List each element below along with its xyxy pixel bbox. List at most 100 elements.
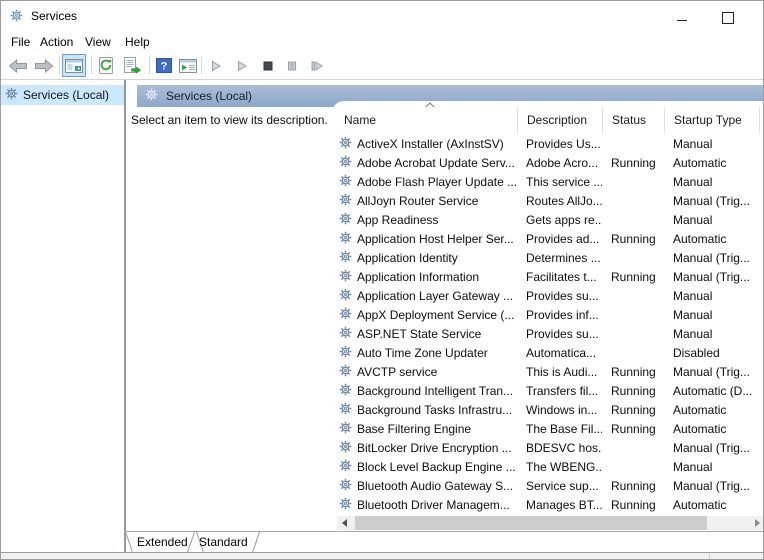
pane-splitter[interactable]: [124, 80, 126, 552]
menu-action[interactable]: Action: [37, 34, 76, 50]
service-startup-type: Manual: [664, 308, 759, 322]
scroll-left-button[interactable]: [337, 516, 351, 530]
table-row[interactable]: App Readiness Gets apps re... Manual: [332, 210, 764, 229]
scrollbar-track[interactable]: [351, 516, 750, 530]
table-row[interactable]: Adobe Flash Player Update ... This servi…: [332, 172, 764, 191]
help-button[interactable]: ?: [152, 54, 176, 77]
service-gear-icon: [339, 193, 352, 209]
forward-arrow-icon: [34, 59, 54, 73]
table-row[interactable]: Base Filtering Engine The Base Fil... Ru…: [332, 419, 764, 438]
service-description: Provides Us...: [517, 137, 602, 151]
service-startup-type: Manual (Trig...: [664, 194, 759, 208]
service-description: Gets apps re...: [517, 213, 602, 227]
pause-service-button[interactable]: [281, 54, 303, 77]
table-row[interactable]: Adobe Acrobat Update Serv... Adobe Acro.…: [332, 153, 764, 172]
service-status: Running: [602, 365, 664, 379]
service-gear-icon: [339, 364, 352, 380]
title-bar[interactable]: Services: [1, 1, 763, 31]
table-header: Name Description Status Startup Type: [332, 107, 764, 134]
start-service-button[interactable]: [205, 54, 227, 77]
table-row[interactable]: Application Layer Gateway ... Provides s…: [332, 286, 764, 305]
menu-view[interactable]: View: [82, 34, 114, 50]
service-description: Determines ...: [517, 251, 602, 265]
table-row[interactable]: AppX Deployment Service (... Provides in…: [332, 305, 764, 324]
service-gear-icon: [339, 383, 352, 399]
gear-icon: [339, 288, 352, 301]
table-row[interactable]: Block Level Backup Engine ... The WBENG.…: [332, 457, 764, 476]
service-startup-type: Manual: [664, 175, 759, 189]
toolbar: ?: [1, 51, 763, 80]
service-name: Block Level Backup Engine ...: [357, 460, 516, 474]
table-row[interactable]: Background Intelligent Tran... Transfers…: [332, 381, 764, 400]
service-startup-type: Manual: [664, 327, 759, 341]
tab-standard[interactable]: Standard: [199, 535, 248, 549]
service-description: Provides inf...: [517, 308, 602, 322]
tab-extended[interactable]: Extended: [137, 535, 188, 549]
service-name: App Readiness: [357, 213, 438, 227]
restart-icon: [310, 60, 323, 72]
export-list-button[interactable]: [120, 54, 144, 77]
service-description: Provides ad...: [517, 232, 602, 246]
table-row[interactable]: Auto Time Zone Updater Automatica... Dis…: [332, 343, 764, 362]
service-gear-icon: [339, 212, 352, 228]
refresh-button[interactable]: [94, 54, 118, 77]
service-name: AllJoyn Router Service: [357, 194, 478, 208]
menu-help[interactable]: Help: [122, 34, 153, 50]
gear-icon: [339, 440, 352, 453]
stop-icon: [262, 60, 274, 72]
table-row[interactable]: ActiveX Installer (AxInstSV) Provides Us…: [332, 134, 764, 153]
table-row[interactable]: ASP.NET State Service Provides su... Man…: [332, 324, 764, 343]
scroll-right-button[interactable]: [750, 516, 764, 530]
table-row[interactable]: Application Identity Determines ... Manu…: [332, 248, 764, 267]
header-gear-icon: [145, 88, 158, 104]
results-pane-title: Services (Local): [166, 89, 252, 103]
service-name: Adobe Flash Player Update ...: [357, 175, 517, 189]
column-header-description[interactable]: Description: [517, 107, 602, 134]
table-row[interactable]: AVCTP service This is Audi... Running Ma…: [332, 362, 764, 381]
maximize-button[interactable]: [713, 1, 743, 31]
show-console-tree-button[interactable]: [62, 54, 86, 77]
table-row[interactable]: Bluetooth Driver Managem... Manages BT..…: [332, 495, 764, 514]
gear-icon: [339, 155, 352, 168]
restart-service-button[interactable]: [305, 54, 327, 77]
column-header-name[interactable]: Name: [332, 107, 517, 134]
table-row[interactable]: Application Host Helper Ser... Provides …: [332, 229, 764, 248]
service-description: Automatica...: [517, 346, 602, 360]
table-row[interactable]: AllJoyn Router Service Routes AllJo... M…: [332, 191, 764, 210]
gear-icon: [339, 497, 352, 510]
service-name: AVCTP service: [357, 365, 437, 379]
tree-item-label: Services (Local): [23, 88, 109, 102]
stop-service-button[interactable]: [257, 54, 279, 77]
service-name: Bluetooth Driver Managem...: [357, 498, 510, 512]
services-gear-icon: [5, 87, 18, 103]
column-header-status[interactable]: Status: [602, 107, 664, 134]
service-startup-type: Automatic (D...: [664, 384, 759, 398]
resume-service-button[interactable]: [231, 54, 253, 77]
refresh-icon: [97, 57, 115, 74]
table-row[interactable]: BitLocker Drive Encryption ... BDESVC ho…: [332, 438, 764, 457]
column-header-startup-type[interactable]: Startup Type: [664, 107, 759, 134]
menu-file[interactable]: File: [8, 34, 33, 50]
service-status: Running: [602, 403, 664, 417]
service-name: ASP.NET State Service: [357, 327, 481, 341]
table-row[interactable]: Application Information Facilitates t...…: [332, 267, 764, 286]
horizontal-scrollbar[interactable]: [337, 516, 764, 530]
back-button[interactable]: [6, 54, 30, 77]
service-rows: ActiveX Installer (AxInstSV) Provides Us…: [332, 134, 764, 514]
tree-item-services-local[interactable]: Services (Local): [1, 85, 124, 105]
scrollbar-thumb[interactable]: [355, 516, 707, 530]
service-gear-icon: [339, 307, 352, 323]
service-name: Background Tasks Infrastru...: [357, 403, 512, 417]
show-action-pane-button[interactable]: [176, 54, 200, 77]
minimize-button[interactable]: [669, 1, 699, 31]
column-header-spacer: [759, 107, 764, 134]
service-name: Application Identity: [357, 251, 458, 265]
service-status: Running: [602, 270, 664, 284]
table-row[interactable]: Bluetooth Audio Gateway S... Service sup…: [332, 476, 764, 495]
service-startup-type: Manual (Trig...: [664, 270, 759, 284]
table-row[interactable]: Background Tasks Infrastru... Windows in…: [332, 400, 764, 419]
service-name: Bluetooth Audio Gateway S...: [357, 479, 513, 493]
service-startup-type: Automatic: [664, 422, 759, 436]
service-name: ActiveX Installer (AxInstSV): [357, 137, 504, 151]
forward-button[interactable]: [32, 54, 56, 77]
